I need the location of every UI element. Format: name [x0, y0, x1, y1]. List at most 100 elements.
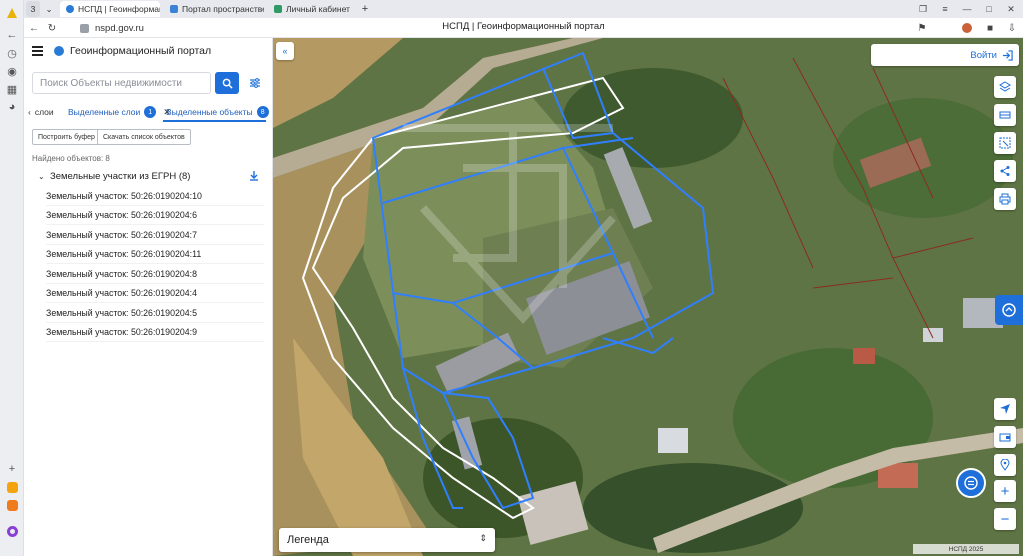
map-view[interactable]: « Войти + − Легенда ⇕ НСПД 2025 [273, 38, 1023, 556]
zoom-in-button[interactable]: + [994, 480, 1016, 502]
tab-list-chevron-icon[interactable]: ⌄ [42, 1, 56, 17]
extension-icon[interactable]: ■ [982, 20, 998, 36]
filter-button[interactable] [246, 74, 264, 92]
share-icon [1000, 166, 1010, 176]
tab-cabinet[interactable]: Личный кабинет [268, 1, 368, 17]
tab-label: Выделенные объекты [166, 107, 253, 117]
close-window-icon[interactable]: ✕ [1000, 1, 1022, 17]
back-label: слои [34, 107, 54, 117]
tab-selected-objects[interactable]: Выделенные объекты 8 ✕ [166, 104, 283, 120]
minus-icon: − [1000, 510, 1010, 528]
download-list-button[interactable]: Скачать список объектов [97, 129, 191, 145]
print-icon [999, 193, 1011, 205]
panel-header: Геоинформационный портал [24, 38, 273, 66]
url-field[interactable]: nspd.gov.ru [80, 21, 900, 35]
login-button[interactable]: Войти [871, 44, 1019, 66]
portal-logo-icon [54, 46, 64, 56]
collections-icon[interactable]: ❐ [912, 1, 934, 17]
zoom-out-button[interactable]: − [994, 508, 1016, 530]
parcel-label: Земельный участок: 50:26:0190204:7 [46, 230, 197, 240]
list-item[interactable]: Земельный участок: 50:26:0190204:6 [46, 206, 264, 225]
assistant-side-tab[interactable] [995, 295, 1023, 325]
select-area-icon [999, 137, 1011, 149]
basemap-icon [999, 111, 1011, 119]
tab-count-label: 3 [30, 4, 36, 14]
list-item[interactable]: Земельный участок: 50:26:0190204:10 [46, 187, 264, 206]
list-item[interactable]: Земельный участок: 50:26:0190204:4 [46, 284, 264, 303]
count-badge: 8 [256, 106, 269, 118]
tab-label: Личный кабинет [286, 4, 350, 14]
tab-portal[interactable]: Портал пространственн [164, 1, 264, 17]
legend-label: Легенда [287, 534, 329, 546]
login-label: Войти [970, 49, 997, 61]
list-item[interactable]: Земельный участок: 50:26:0190204:5 [46, 304, 264, 323]
chevron-updown-icon: ⇕ [479, 533, 487, 543]
extensions-icon[interactable]: ◕ [3, 98, 21, 116]
location-pin-icon [1000, 459, 1010, 471]
chevron-down-icon[interactable]: ⌄ [38, 172, 45, 181]
nspd-favicon-icon [66, 5, 74, 13]
collapse-panel-button[interactable]: « [276, 42, 294, 60]
cabinet-favicon-icon [274, 5, 282, 13]
parcel-label: Земельный участок: 50:26:0190204:6 [46, 210, 197, 220]
layers-button[interactable] [994, 76, 1016, 98]
minimize-icon[interactable]: — [956, 1, 978, 17]
app-title: Геоинформационный портал [70, 45, 212, 57]
group-land-plots[interactable]: ⌄ Земельные участки из ЕГРН (8) [24, 168, 273, 186]
back-to-layers-button[interactable]: ‹ слои [28, 104, 54, 120]
tab-counter[interactable]: 3 [26, 1, 40, 17]
download-icon[interactable] [249, 171, 259, 184]
build-buffer-button[interactable]: Построить буфер [32, 129, 101, 145]
navigation-arrow-icon [1000, 404, 1010, 414]
menu-icon[interactable]: ≡ [934, 1, 956, 17]
chat-bubble-icon [1002, 303, 1016, 317]
parcel-label: Земельный участок: 50:26:0190204:9 [46, 327, 197, 337]
search-icon [222, 78, 233, 89]
profile-icon[interactable] [959, 20, 975, 36]
list-item[interactable]: Земельный участок: 50:26:0190204:9 [46, 323, 264, 342]
nav-back-icon[interactable]: ← [26, 20, 42, 36]
tab-nspd[interactable]: НСПД | Геоинформацио ✕ [60, 1, 160, 17]
browser-sidebar: ← ◷ ◉ ▦ ◕ + [0, 0, 24, 556]
search-button[interactable] [215, 72, 239, 94]
list-item[interactable]: Земельный участок: 50:26:0190204:7 [46, 226, 264, 245]
add-panel-icon[interactable]: + [3, 460, 21, 478]
attribution-text: НСПД 2025 [948, 545, 984, 553]
history-icon[interactable]: ◷ [3, 44, 21, 62]
tab-label: Портал пространственн [182, 4, 264, 14]
map-attribution: НСПД 2025 [913, 544, 1019, 554]
bookmarks-icon[interactable]: ▦ [3, 80, 21, 98]
site-info-icon[interactable] [80, 23, 89, 33]
tab-selected-layers[interactable]: Выделенные слои 1 ✕ [68, 104, 171, 120]
active-tab-indicator [163, 120, 266, 122]
browser-logo-icon[interactable] [3, 4, 21, 22]
my-location-button[interactable] [994, 398, 1016, 420]
plus-icon: + [1000, 482, 1010, 500]
new-tab-button[interactable]: + [356, 1, 374, 17]
back-icon[interactable]: ← [3, 26, 21, 44]
list-item[interactable]: Земельный участок: 50:26:0190204:11 [46, 245, 264, 264]
reload-icon[interactable]: ↻ [44, 20, 60, 36]
address-bar: ← ↻ nspd.gov.ru НСПД | Геоинформационный… [24, 18, 1023, 38]
download-icon[interactable]: ⇩ [1004, 20, 1020, 36]
tab-label: НСПД | Геоинформацио [78, 4, 160, 14]
bookmark-icon[interactable]: ⚑ [914, 20, 930, 36]
wallet-button[interactable] [994, 426, 1016, 448]
legend-dropdown[interactable]: Легенда ⇕ [279, 528, 495, 552]
chat-assistant-button[interactable] [956, 468, 986, 498]
basemap-button[interactable] [994, 104, 1016, 126]
downloads-icon[interactable]: ◉ [3, 62, 21, 80]
list-item[interactable]: Земельный участок: 50:26:0190204:8 [46, 265, 264, 284]
mail-icon[interactable] [3, 496, 21, 514]
location-pin-button[interactable] [994, 454, 1016, 476]
search-input[interactable] [40, 77, 210, 89]
app-orange-icon[interactable] [3, 478, 21, 496]
select-area-button[interactable] [994, 132, 1016, 154]
maximize-icon[interactable]: □ [978, 1, 1000, 17]
hamburger-menu-icon[interactable] [32, 46, 43, 56]
search-box [32, 72, 211, 94]
share-button[interactable] [994, 160, 1016, 182]
print-button[interactable] [994, 188, 1016, 210]
parcel-label: Земельный участок: 50:26:0190204:8 [46, 269, 197, 279]
alice-icon[interactable] [3, 522, 21, 540]
